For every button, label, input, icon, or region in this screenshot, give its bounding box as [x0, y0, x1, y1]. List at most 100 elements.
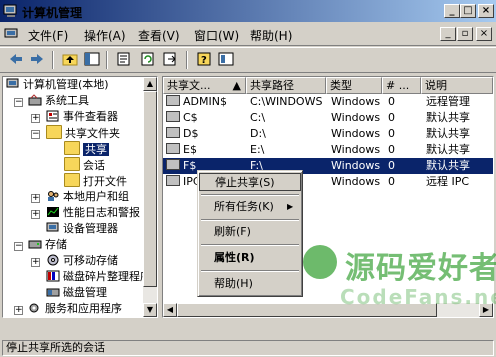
tree-item-label: 性能日志和警报: [63, 206, 140, 219]
menu-item-all-tasks[interactable]: 所有任务(K): [199, 198, 301, 216]
shared-folder-icon: [64, 141, 80, 155]
description-cell: 默认共享: [426, 111, 470, 124]
share-name-cell: C$: [166, 110, 246, 126]
export-list-icon[interactable]: [160, 50, 180, 70]
up-one-level-icon[interactable]: [60, 50, 80, 70]
type-cell: Windows: [331, 95, 381, 108]
tree-item-shared-folders[interactable]: 共享文件夹: [46, 125, 120, 141]
back-icon[interactable]: [6, 50, 26, 70]
tree-item-disk-management[interactable]: 磁盘管理: [46, 285, 107, 301]
tree-item-event-viewer[interactable]: 事件查看器: [46, 109, 118, 125]
type-cell: Windows: [331, 127, 381, 140]
scroll-down-arrow-icon[interactable]: ▼: [143, 303, 157, 317]
menu-item-stop-sharing[interactable]: 停止共享(S): [199, 173, 301, 191]
mdi-minimize-button[interactable]: _: [440, 27, 456, 41]
menu-item-refresh[interactable]: 刷新(F): [199, 223, 301, 241]
refresh-icon[interactable]: [138, 50, 158, 70]
menu-help[interactable]: 帮助(H): [250, 27, 292, 44]
column-header-description[interactable]: 说明: [421, 77, 493, 94]
expand-icon[interactable]: +: [31, 114, 40, 123]
mdi-close-button[interactable]: ×: [476, 27, 492, 41]
description-cell: 默认共享: [426, 159, 470, 172]
share-path-cell: C:\: [250, 111, 266, 124]
tree-item-defrag[interactable]: 磁盘碎片整理程序: [46, 269, 151, 285]
menu-view[interactable]: 查看(V): [138, 27, 180, 44]
menu-item-properties[interactable]: 属性(R): [199, 249, 301, 267]
help-icon[interactable]: ?: [194, 50, 214, 70]
menu-action[interactable]: 操作(A): [84, 27, 126, 44]
tree-item-sessions[interactable]: 会话: [64, 157, 105, 173]
tree-item-removable-storage[interactable]: 可移动存储: [46, 253, 118, 269]
menu-separator: [201, 244, 299, 246]
column-header-label: 类型: [330, 79, 352, 92]
forward-icon[interactable]: [27, 50, 47, 70]
show-hide-action-pane-icon[interactable]: [216, 50, 236, 70]
tree-item-label: 事件查看器: [63, 110, 118, 123]
share-icon: [166, 159, 180, 170]
maximize-button[interactable]: □: [460, 4, 476, 18]
collapse-icon[interactable]: −: [14, 98, 23, 107]
type-cell: Windows: [331, 175, 381, 188]
svg-text:?: ?: [201, 55, 207, 66]
tree-root[interactable]: 计算机管理(本地): [6, 77, 109, 93]
status-text: 停止共享所选的会话: [2, 340, 494, 356]
share-icon: [166, 111, 180, 122]
tree-item-perf-logs[interactable]: 性能日志和警报: [46, 205, 140, 221]
share-icon: [166, 175, 180, 186]
tree-item-label: 磁盘管理: [63, 286, 107, 299]
column-header-type[interactable]: 类型: [326, 77, 382, 94]
services-icon: [28, 302, 42, 314]
menu-item-help[interactable]: 帮助(H): [199, 275, 301, 293]
scrollbar-thumb[interactable]: [143, 91, 157, 287]
menu-file[interactable]: 文件(F): [28, 27, 68, 44]
collapse-icon[interactable]: −: [31, 130, 40, 139]
show-hide-tree-icon[interactable]: [82, 50, 102, 70]
device-manager-icon: [46, 222, 60, 234]
tree-item-shares[interactable]: 共享: [64, 141, 109, 157]
toolbar-separator: [106, 51, 108, 69]
menu-separator: [201, 194, 299, 196]
disk-management-icon: [46, 286, 60, 298]
expand-icon[interactable]: +: [31, 258, 40, 267]
type-cell: Windows: [331, 159, 381, 172]
tree-item-label: 打开文件: [83, 175, 127, 188]
tree-item-open-files[interactable]: 打开文件: [64, 173, 127, 189]
close-button[interactable]: ×: [478, 4, 494, 18]
expand-icon[interactable]: +: [31, 194, 40, 203]
column-header-share-path[interactable]: 共享路径: [246, 77, 326, 94]
share-icon: [166, 143, 180, 154]
scroll-up-arrow-icon[interactable]: ▲: [143, 77, 157, 91]
tree-item-services[interactable]: 服务和应用程序: [28, 301, 122, 317]
defrag-icon: [46, 270, 60, 282]
menu-bar: [0, 22, 496, 46]
scroll-left-arrow-icon[interactable]: ◀: [163, 303, 177, 317]
count-cell: 0: [388, 111, 395, 124]
tree-item-label: 设备管理器: [63, 222, 118, 235]
tree-item-local-users[interactable]: 本地用户和组: [46, 189, 129, 205]
tree-item-storage[interactable]: 存储: [28, 237, 67, 253]
minimize-button[interactable]: _: [444, 4, 460, 18]
menu-separator: [201, 270, 299, 272]
column-header-label: # ...: [386, 79, 410, 92]
expand-icon[interactable]: +: [31, 210, 40, 219]
watermark-text: 源码爱好者: [345, 251, 496, 286]
column-header-client-count[interactable]: # ...: [382, 77, 421, 94]
mdi-restore-button[interactable]: ▫: [457, 27, 473, 41]
menu-window[interactable]: 窗口(W): [194, 27, 239, 44]
type-cell: Windows: [331, 143, 381, 156]
expand-icon[interactable]: +: [14, 306, 23, 315]
column-header-label: 说明: [425, 79, 447, 92]
mdi-window-icon[interactable]: [4, 27, 20, 41]
column-header-share-name[interactable]: 共享文... ▲: [163, 77, 246, 94]
tree-item-label: 系统工具: [45, 94, 89, 107]
count-cell: 0: [388, 95, 395, 108]
collapse-icon[interactable]: −: [14, 242, 23, 251]
tree-item-device-manager[interactable]: 设备管理器: [46, 221, 118, 237]
watermark-subtext: CodeFans.net: [340, 285, 496, 309]
properties-icon[interactable]: [114, 50, 134, 70]
tree-item-label: 存储: [45, 238, 67, 251]
share-name-cell: E$: [166, 142, 246, 158]
tree-item-system-tools[interactable]: 系统工具: [28, 93, 89, 109]
folder-icon: [64, 173, 80, 187]
description-cell: 远程 IPC: [426, 175, 470, 188]
